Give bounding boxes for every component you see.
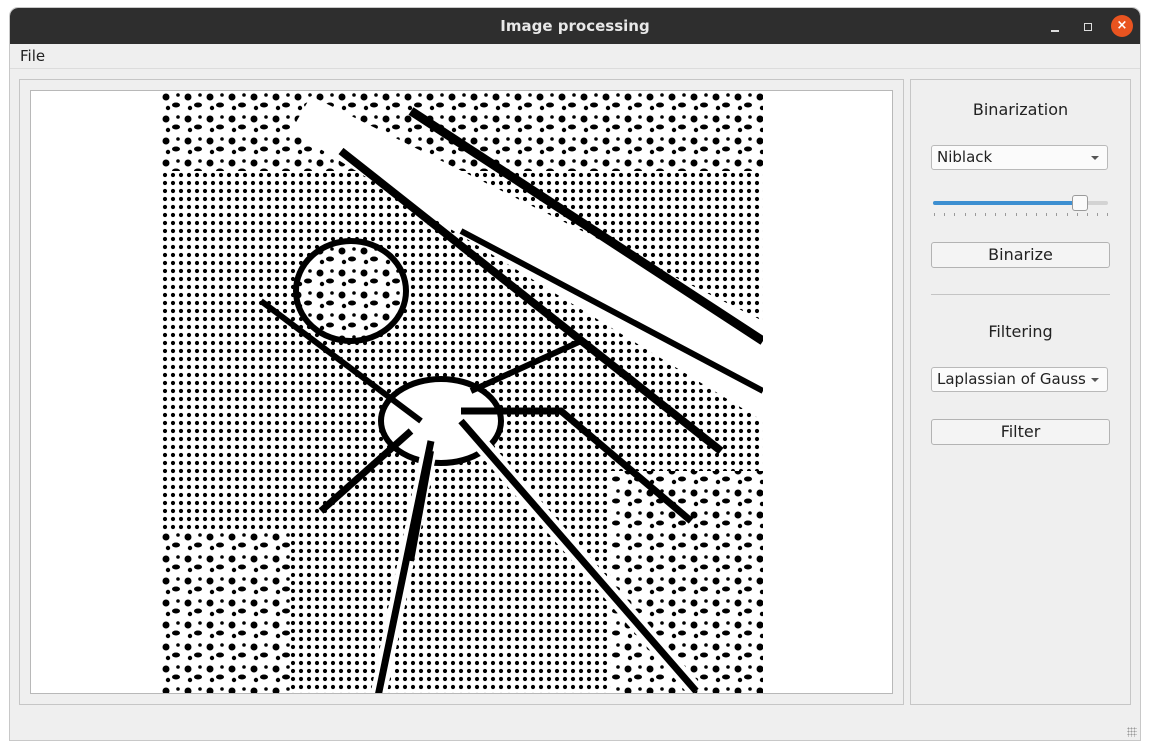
minimize-button[interactable]	[1044, 16, 1066, 38]
slider-tick	[1056, 213, 1058, 216]
slider-tick	[1087, 213, 1088, 216]
slider-tick	[1015, 213, 1017, 216]
slider-tick	[1036, 213, 1037, 216]
filter-method-select[interactable]: Laplassian of Gauss	[931, 367, 1108, 392]
slider-tick	[934, 213, 935, 216]
slider-tick	[1046, 213, 1048, 216]
menu-bar: File	[10, 44, 1140, 69]
close-button[interactable]: ×	[1111, 15, 1133, 37]
maximize-icon	[1084, 23, 1092, 31]
window-title: Image processing	[500, 17, 650, 35]
slider-tick	[1097, 213, 1099, 216]
binarize-button[interactable]: Binarize	[931, 242, 1110, 268]
slider-tick	[944, 213, 946, 216]
resize-grip-icon[interactable]	[1127, 727, 1137, 737]
app-window: Image processing × File Binarization Nib…	[10, 8, 1140, 740]
filter-button[interactable]: Filter	[931, 419, 1110, 445]
section-divider	[931, 294, 1110, 295]
slider-tick	[954, 213, 956, 216]
slider-tick	[1005, 213, 1007, 216]
binarized-spider-image	[161, 91, 763, 693]
minimize-icon	[1051, 30, 1059, 32]
filter-method-value: Laplassian of Gauss	[937, 370, 1086, 388]
slider-tick	[985, 213, 986, 216]
close-icon: ×	[1116, 18, 1128, 33]
slider-tick	[1076, 213, 1078, 216]
status-bar	[10, 710, 1140, 740]
slider-tick	[974, 213, 976, 216]
slider-tick	[1025, 213, 1027, 216]
controls-panel: Binarization Niblack Binarize Filtering …	[910, 79, 1131, 705]
threshold-slider[interactable]	[931, 193, 1109, 216]
image-panel	[19, 79, 904, 705]
chevron-down-icon	[1091, 156, 1099, 160]
binarization-method-select[interactable]: Niblack	[931, 145, 1108, 170]
image-view[interactable]	[30, 90, 893, 694]
maximize-button[interactable]	[1077, 16, 1099, 38]
title-bar[interactable]: Image processing ×	[10, 8, 1140, 44]
slider-tick	[995, 213, 997, 216]
slider-tick	[1107, 213, 1109, 216]
filtering-title: Filtering	[988, 322, 1053, 341]
slider-handle[interactable]	[1072, 195, 1088, 211]
slider-fill	[933, 201, 1080, 205]
chevron-down-icon	[1091, 378, 1099, 382]
slider-tick	[1066, 213, 1068, 216]
binarization-method-value: Niblack	[937, 148, 993, 166]
binarization-title: Binarization	[972, 100, 1069, 119]
menu-file[interactable]: File	[14, 44, 51, 68]
slider-tick	[964, 213, 966, 216]
